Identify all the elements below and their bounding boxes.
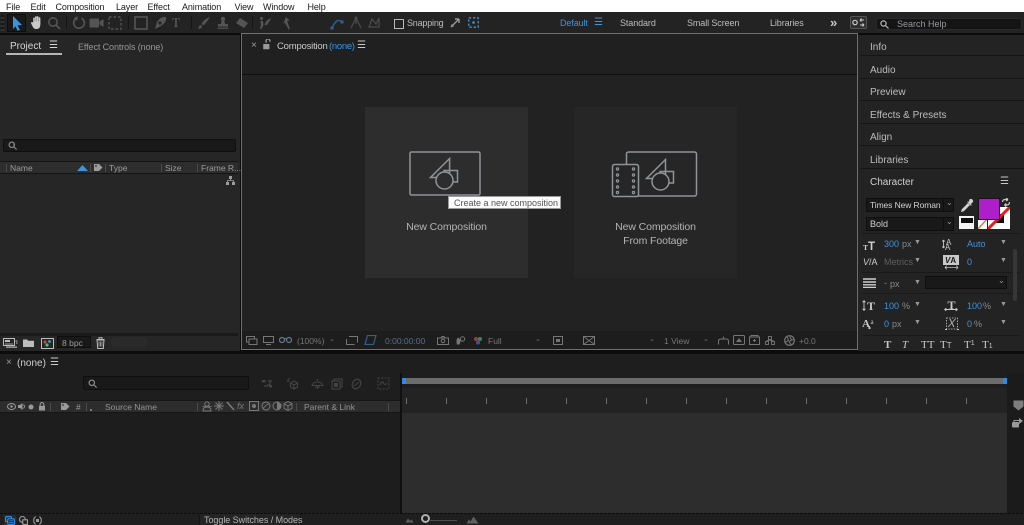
svg-text:a: a xyxy=(871,318,875,326)
svg-text:𝑋: 𝑋 xyxy=(948,318,957,330)
svg-text:T: T xyxy=(867,299,875,312)
svg-text:A: A xyxy=(945,243,951,251)
svg-text:T: T xyxy=(948,299,956,312)
